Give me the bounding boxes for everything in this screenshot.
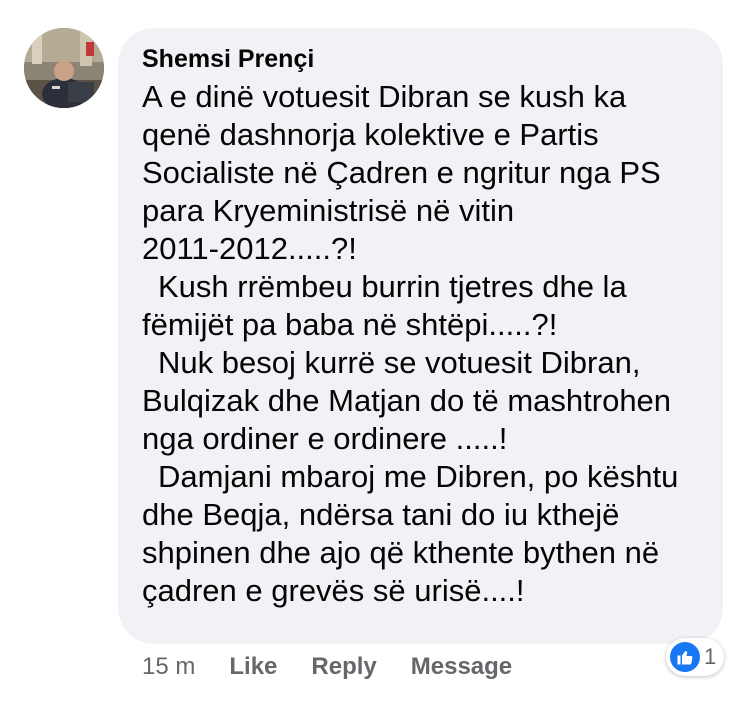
like-icon <box>670 642 700 672</box>
avatar-photo <box>24 28 104 108</box>
comment-body: A e dinë votuesit Dibran se kush ka qenë… <box>142 78 699 610</box>
comment-actions: 15 m Like Reply Message <box>142 652 546 682</box>
message-button[interactable]: Message <box>411 653 512 681</box>
comment-paragraph: Kush rrëmbeu burrin tjetres dhe la fëmij… <box>142 269 627 342</box>
avatar[interactable] <box>24 28 104 108</box>
comment-timestamp[interactable]: 15 m <box>142 653 195 681</box>
comment-author[interactable]: Shemsi Prençi <box>142 44 699 74</box>
reaction-count: 1 <box>704 644 717 669</box>
reaction-summary[interactable]: 1 <box>666 638 725 676</box>
comment-bubble: Shemsi Prençi A e dinë votuesit Dibran s… <box>118 28 723 644</box>
like-button[interactable]: Like <box>229 653 277 681</box>
comment-paragraph: A e dinë votuesit Dibran se kush ka qenë… <box>142 79 661 266</box>
comment-paragraph: Damjani mbaroj me Dibren, po kështu dhe … <box>142 459 679 608</box>
comment-paragraph: Nuk besoj kurrë se votuesit Dibran, Bulq… <box>142 345 672 456</box>
reply-button[interactable]: Reply <box>311 653 376 681</box>
